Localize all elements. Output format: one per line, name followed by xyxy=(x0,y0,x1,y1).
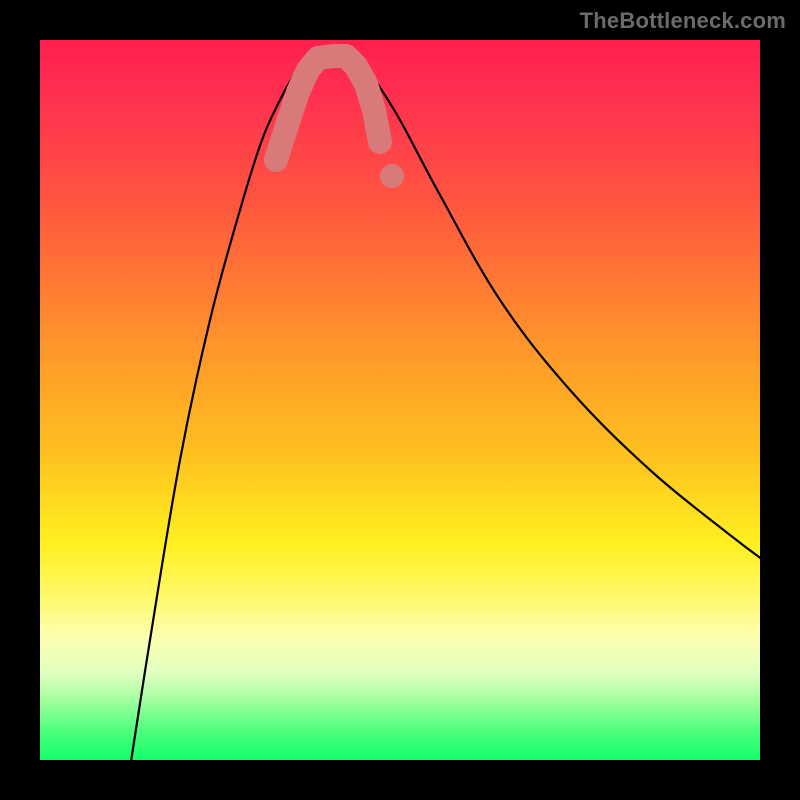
marker-dot xyxy=(380,164,404,188)
watermark-text: TheBottleneck.com xyxy=(580,8,786,34)
curve-right xyxy=(350,48,760,565)
curve-left xyxy=(125,48,320,760)
chart-stage: TheBottleneck.com xyxy=(0,0,800,800)
marker-extra-dots xyxy=(380,164,404,188)
plot-svg xyxy=(40,40,760,760)
bottleneck-markers xyxy=(276,56,380,160)
plot-area xyxy=(40,40,760,760)
